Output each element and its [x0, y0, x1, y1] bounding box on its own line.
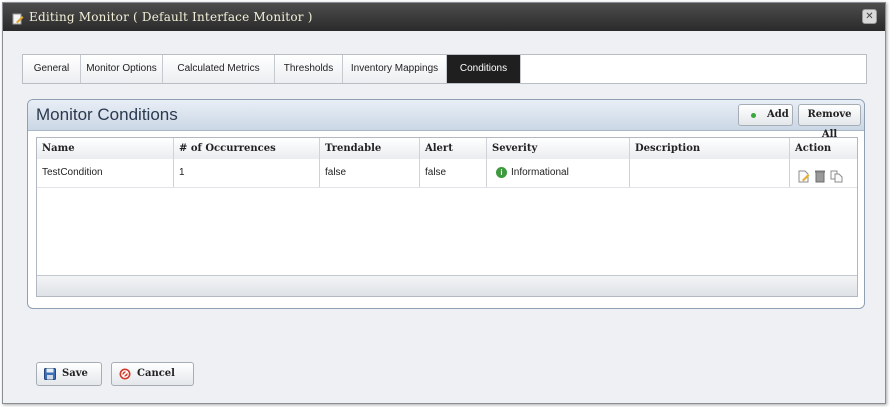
cell-action [790, 159, 857, 187]
remove-all-button[interactable]: Remove All [798, 104, 861, 140]
cancel-button-label: Cancel [137, 368, 175, 379]
cell-severity: i Informational [487, 159, 630, 187]
save-icon [44, 368, 56, 388]
column-header-severity[interactable]: Severity [487, 138, 630, 159]
table-header: Name # of Occurrences Trendable Alert Se… [37, 138, 857, 160]
tab-conditions[interactable]: Conditions [447, 55, 521, 83]
column-header-name[interactable]: Name [37, 138, 174, 159]
tab-inventory-mappings[interactable]: Inventory Mappings [343, 55, 447, 83]
cancel-button[interactable]: Cancel [111, 362, 194, 386]
column-header-trendable[interactable]: Trendable [320, 138, 420, 159]
informational-icon: i [496, 166, 507, 178]
add-icon [751, 113, 756, 118]
add-button[interactable]: Add [738, 104, 793, 126]
cell-occurrences: 1 [174, 159, 320, 187]
conditions-table: Name # of Occurrences Trendable Alert Se… [36, 137, 858, 297]
tab-monitor-options[interactable]: Monitor Options [81, 55, 163, 83]
copy-icon[interactable] [830, 167, 843, 187]
column-header-action[interactable]: Action [790, 138, 857, 159]
save-button-label: Save [62, 368, 88, 379]
cell-name: TestCondition [37, 159, 174, 187]
table-row[interactable]: TestCondition 1 false false i Information… [37, 159, 857, 188]
cell-trendable: false [320, 159, 420, 187]
editing-monitor-dialog: Editing Monitor ( Default Interface Moni… [2, 2, 886, 404]
cell-description [630, 159, 790, 187]
edit-monitor-icon [12, 10, 24, 25]
edit-icon[interactable] [797, 167, 810, 187]
cancel-icon [119, 368, 131, 388]
monitor-conditions-panel: Monitor Conditions Add Remove All Name #… [27, 99, 865, 309]
delete-icon[interactable] [815, 167, 825, 187]
close-icon[interactable]: ✕ [862, 9, 877, 24]
dialog-titlebar[interactable]: Editing Monitor ( Default Interface Moni… [3, 3, 885, 31]
tab-calculated-metrics[interactable]: Calculated Metrics [163, 55, 275, 83]
severity-label: Informational [511, 167, 569, 178]
panel-header: Monitor Conditions Add Remove All [28, 100, 864, 140]
cell-alert: false [420, 159, 487, 187]
tab-thresholds[interactable]: Thresholds [275, 55, 343, 83]
table-footer [37, 275, 857, 296]
tab-bar: General Monitor Options Calculated Metri… [22, 54, 867, 84]
column-header-occurrences[interactable]: # of Occurrences [174, 138, 320, 159]
add-button-label: Add [767, 109, 789, 120]
tab-general[interactable]: General [23, 55, 81, 83]
panel-title: Monitor Conditions [36, 105, 178, 124]
dialog-title: Editing Monitor ( Default Interface Moni… [29, 10, 313, 24]
save-button[interactable]: Save [36, 362, 102, 386]
column-header-alert[interactable]: Alert [420, 138, 487, 159]
column-header-description[interactable]: Description [630, 138, 790, 159]
